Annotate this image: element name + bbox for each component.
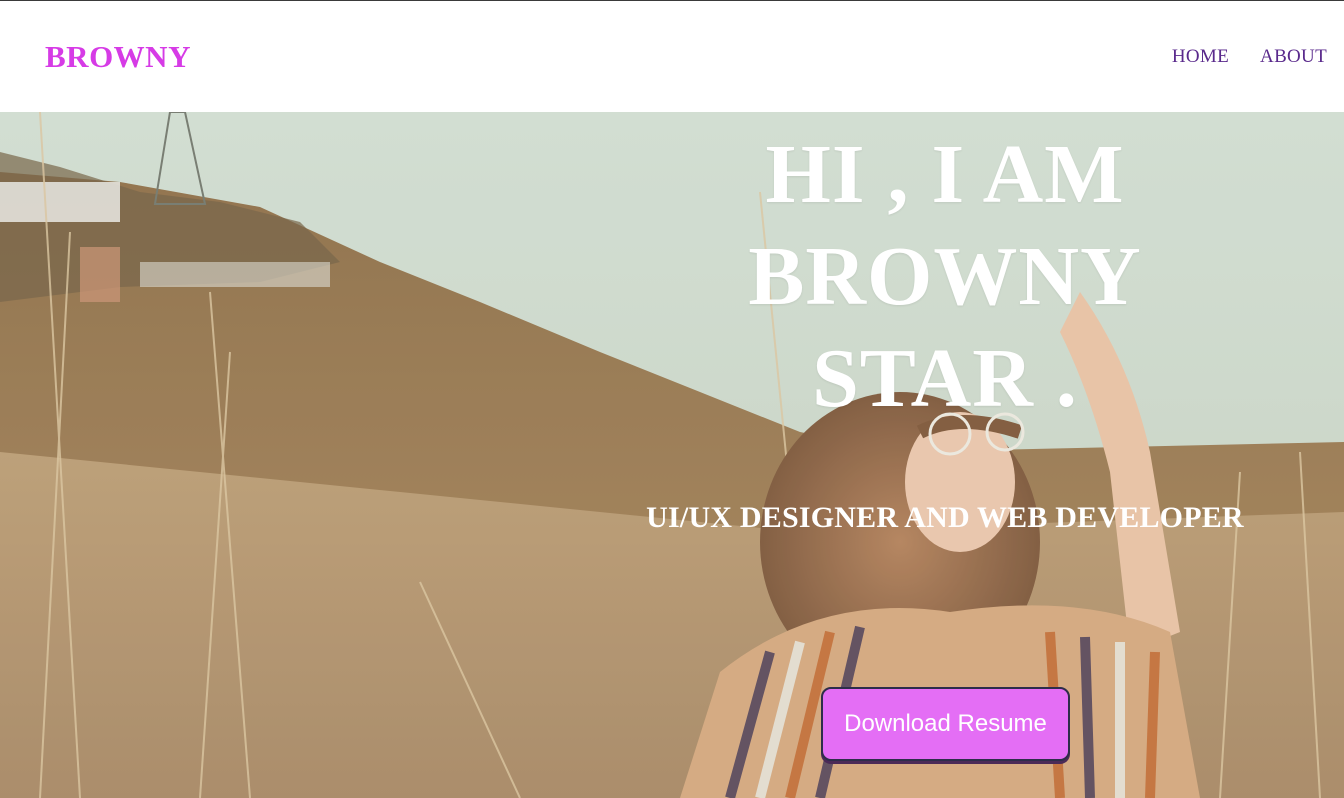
headline-line-1: HI , I AM bbox=[765, 128, 1125, 221]
download-resume-button[interactable]: Download Resume bbox=[821, 687, 1070, 761]
hero-section: HI , I AM BROWNY STAR . UI/UX DESIGNER A… bbox=[0, 112, 1344, 798]
hero-headline: HI , I AM BROWNY STAR . bbox=[700, 124, 1190, 430]
brand-logo-link[interactable]: BROWNY bbox=[45, 39, 191, 75]
headline-line-2: BROWNY bbox=[748, 230, 1142, 323]
navbar: BROWNY HOME ABOUT bbox=[0, 1, 1344, 112]
main-nav: HOME ABOUT bbox=[1172, 46, 1327, 68]
nav-link-about[interactable]: ABOUT bbox=[1260, 46, 1327, 68]
nav-link-home[interactable]: HOME bbox=[1172, 46, 1229, 68]
hero-subtitle: UI/UX DESIGNER AND WEB DEVELOPER bbox=[646, 501, 1244, 534]
headline-line-3: STAR . bbox=[812, 332, 1078, 425]
